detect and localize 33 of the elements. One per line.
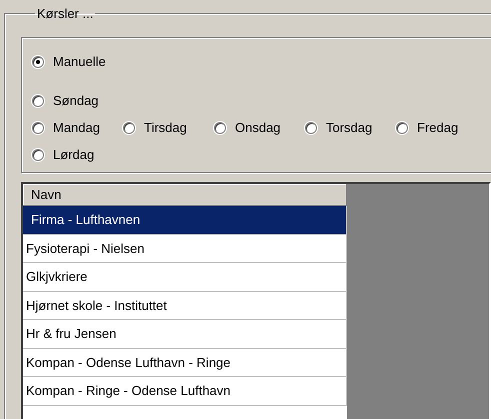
column-header[interactable]: Navn [23,184,347,206]
table-row[interactable]: Fysioterapi - Nielsen [23,234,347,263]
radio-label: Fredag [417,120,458,135]
table-row[interactable]: Kompan - Ringe - Odense Lufthavn [23,377,347,406]
group-title: Kørsler ... [36,7,94,21]
table-row[interactable]: Hjørnet skole - Instituttet [23,292,347,320]
table-row[interactable]: Hr & fru Jensen [23,320,347,348]
radio-button[interactable] [123,122,135,134]
table-row[interactable]: Glkjvkriere [23,263,347,292]
radio-label: Manuelle [53,54,106,69]
radio-option[interactable]: Fredag [396,120,487,135]
radio-option[interactable]: Tirsdag [123,120,214,135]
radio-option[interactable]: Manuelle [32,54,123,69]
radio-button[interactable] [305,122,317,134]
radio-option[interactable]: Mandag [32,120,123,135]
radio-button[interactable] [32,94,44,106]
table-row[interactable]: Kompan - Odense Lufthavn - Ringe [23,348,347,377]
radio-button[interactable] [214,122,226,134]
radio-label: Torsdag [326,120,372,135]
radio-label: Mandag [53,120,100,135]
radio-option[interactable]: Onsdag [214,120,305,135]
radio-label: Søndag [53,93,99,108]
radio-button[interactable] [32,122,44,134]
radio-label: Lørdag [53,147,94,162]
radio-button[interactable] [32,148,44,160]
radio-option[interactable]: Torsdag [305,120,396,135]
radio-option[interactable]: Søndag [32,93,123,108]
radio-label: Onsdag [235,120,281,135]
radio-label: Tirsdag [144,120,187,135]
table-row[interactable]: Firma - Lufthavnen [23,206,347,234]
radio-button[interactable] [396,122,408,134]
radio-option[interactable]: Lørdag [32,147,123,162]
radio-button[interactable] [32,56,44,68]
